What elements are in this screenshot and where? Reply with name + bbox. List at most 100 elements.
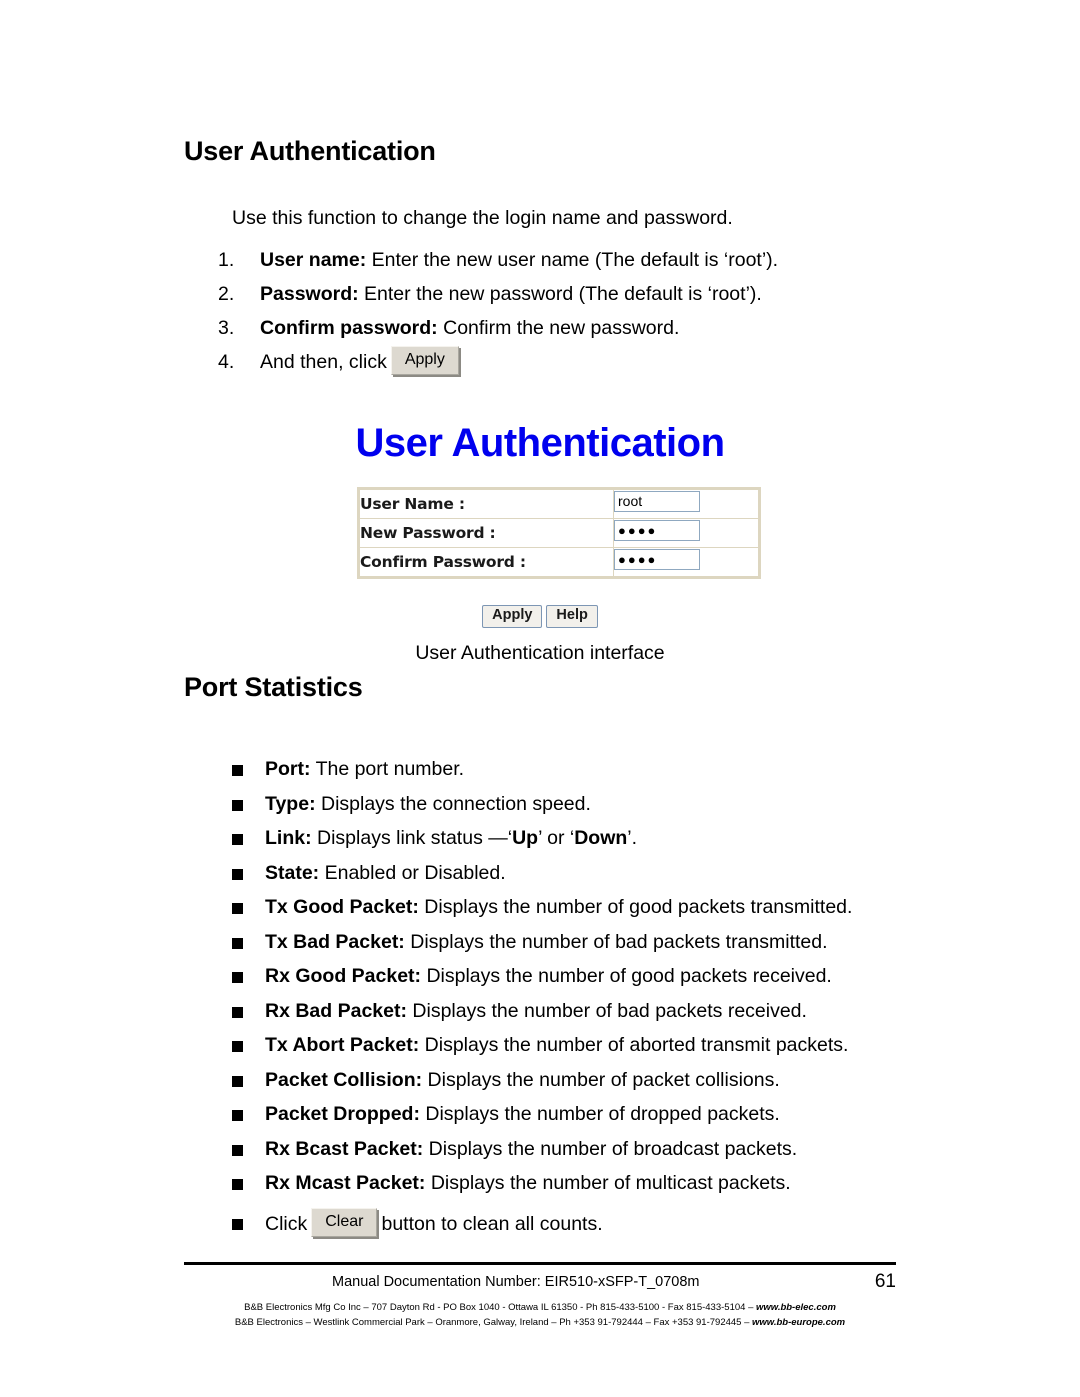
list-item-term: Tx Abort Packet: bbox=[265, 1034, 420, 1056]
list-item-desc: Displays the number of good packets rece… bbox=[421, 965, 832, 987]
list-item-number: 2. bbox=[218, 283, 235, 305]
square-bullet-icon bbox=[232, 1218, 243, 1230]
square-bullet-icon bbox=[232, 834, 243, 845]
user-name-label: User Name : bbox=[359, 489, 614, 519]
footer-divider bbox=[184, 1262, 896, 1265]
list-item: Port: The port number. bbox=[232, 752, 992, 787]
page-title-user-authentication: User Authentication bbox=[184, 136, 436, 166]
square-bullet-icon bbox=[232, 1075, 243, 1087]
square-bullet-icon bbox=[232, 937, 243, 949]
list-item-desc: Displays the number of good packets tran… bbox=[418, 896, 853, 918]
list-item: Rx Bad Packet: Displays the number of ba… bbox=[232, 994, 992, 1029]
clear-button-illustration[interactable]: Clear bbox=[311, 1207, 378, 1237]
list-item-desc: Displays link status —‘Up’ or ‘Down’. bbox=[311, 827, 638, 849]
square-bullet-icon bbox=[232, 1179, 243, 1190]
form-button-row: Apply Help bbox=[0, 605, 1080, 628]
square-bullet-icon bbox=[232, 799, 243, 811]
footer-address-eu: B&B Electronics – Westlink Commercial Pa… bbox=[234, 1317, 846, 1328]
footer-address-us: B&B Electronics Mfg Co Inc – 707 Dayton … bbox=[244, 1302, 836, 1313]
table-row: User Name : root bbox=[359, 489, 759, 519]
list-item-term: Link: bbox=[265, 827, 312, 849]
help-button[interactable]: Help bbox=[546, 605, 598, 628]
list-item-desc: Displays the number of bad packets trans… bbox=[404, 930, 828, 953]
list-item-term: User name: bbox=[260, 249, 367, 271]
footer-page-number: 61 bbox=[874, 1271, 896, 1292]
document-page: User Authentication Use this function to… bbox=[0, 0, 1080, 1397]
list-item-desc: And then, click bbox=[260, 351, 387, 373]
footer-website-eu: www.bb-europe.com bbox=[752, 1317, 846, 1328]
user-name-field-cell: root bbox=[613, 489, 759, 519]
list-item: Rx Bcast Packet: Displays the number of … bbox=[232, 1132, 992, 1167]
list-item: Packet Dropped: Displays the number of d… bbox=[232, 1097, 992, 1132]
list-item-desc: Displays the number of broadcast packets… bbox=[423, 1137, 798, 1160]
list-item-desc: Confirm the new password. bbox=[437, 317, 680, 339]
list-item-desc-cont: button to clean all counts. bbox=[381, 1212, 603, 1235]
confirm-password-input[interactable]: ●●●● bbox=[614, 549, 700, 570]
list-item: Click Clear button to clean all counts. bbox=[232, 1201, 992, 1247]
user-name-input[interactable]: root bbox=[614, 491, 700, 512]
list-item-number: 4. bbox=[218, 351, 235, 373]
new-password-label: New Password : bbox=[359, 518, 614, 548]
list-item-term: Rx Bad Packet: bbox=[265, 999, 407, 1022]
list-item-term: Port: bbox=[265, 758, 311, 780]
list-item-term: Rx Bcast Packet: bbox=[265, 1137, 424, 1160]
list-item: Link: Displays link status —‘Up’ or ‘Dow… bbox=[232, 821, 992, 856]
list-item-desc: The port number. bbox=[310, 758, 465, 780]
list-item: Tx Good Packet: Displays the number of g… bbox=[232, 890, 992, 925]
list-item-term: Packet Dropped: bbox=[265, 1103, 420, 1125]
intro-paragraph: Use this function to change the login na… bbox=[232, 207, 733, 229]
square-bullet-icon bbox=[232, 765, 243, 776]
square-bullet-icon bbox=[232, 1144, 243, 1156]
list-item-term: Password: bbox=[260, 283, 359, 305]
square-bullet-icon bbox=[232, 1006, 243, 1018]
new-password-input[interactable]: ●●●● bbox=[614, 520, 700, 541]
list-item-desc: Enter the new password (The default is ‘… bbox=[358, 283, 762, 305]
list-item: Type: Displays the connection speed. bbox=[232, 787, 992, 822]
port-statistics-list: Port: The port number. Type: Displays th… bbox=[232, 752, 992, 1247]
list-item: Tx Bad Packet: Displays the number of ba… bbox=[232, 925, 992, 960]
footer-website-us: www.bb-elec.com bbox=[756, 1302, 836, 1313]
list-item-desc: Enabled or Disabled. bbox=[319, 861, 506, 884]
list-item-term: Packet Collision: bbox=[265, 1068, 423, 1091]
apply-button[interactable]: Apply bbox=[482, 605, 543, 628]
new-password-field-cell: ●●●● bbox=[613, 518, 759, 548]
list-item-number: 1. bbox=[218, 249, 235, 271]
list-item-term: Tx Bad Packet: bbox=[265, 930, 405, 953]
footer-doc-number: Manual Documentation Number: EIR510-xSFP… bbox=[332, 1274, 700, 1290]
instruction-list: 1. User name: Enter the new user name (Th… bbox=[218, 243, 918, 379]
square-bullet-icon bbox=[232, 1041, 243, 1052]
list-item-term: Rx Good Packet: bbox=[265, 965, 422, 987]
list-item-text: Confirm password: Confirm the new passwo… bbox=[260, 317, 679, 339]
list-item-number: 3. bbox=[218, 317, 235, 339]
square-bullet-icon bbox=[232, 868, 243, 880]
apply-button-illustration[interactable]: Apply bbox=[390, 346, 459, 376]
confirm-password-label: Confirm Password : bbox=[359, 547, 614, 577]
list-item-term: Tx Good Packet: bbox=[265, 896, 419, 918]
list-item-desc: Displays the number of bad packets recei… bbox=[406, 999, 807, 1022]
list-item: Rx Mcast Packet: Displays the number of … bbox=[232, 1166, 992, 1201]
square-bullet-icon bbox=[232, 903, 243, 914]
list-item: Packet Collision: Displays the number of… bbox=[232, 1063, 992, 1098]
list-item-text: Password: Enter the new password (The de… bbox=[260, 283, 762, 305]
list-item: 4. And then, click Apply bbox=[218, 345, 918, 379]
list-item-desc: Enter the new user name (The default is … bbox=[366, 249, 779, 271]
list-item-desc: Displays the number of packet collisions… bbox=[422, 1068, 780, 1091]
list-item-text: User name: Enter the new user name (The … bbox=[260, 249, 778, 271]
square-bullet-icon bbox=[232, 1110, 243, 1121]
user-authentication-form: User Name : root New Password : ●●●● Con… bbox=[357, 487, 761, 579]
list-item-term: Confirm password: bbox=[260, 317, 438, 339]
list-item: Tx Abort Packet: Displays the number of … bbox=[232, 1028, 992, 1063]
list-item: 1. User name: Enter the new user name (Th… bbox=[218, 243, 918, 277]
page-title-port-statistics: Port Statistics bbox=[184, 672, 363, 702]
list-item: State: Enabled or Disabled. bbox=[232, 856, 992, 891]
table-row: New Password : ●●●● bbox=[359, 518, 759, 548]
screenshot-title: User Authentication bbox=[355, 421, 725, 465]
list-item-desc: Displays the number of multicast packets… bbox=[425, 1172, 791, 1194]
list-item-term: Type: bbox=[265, 792, 316, 815]
square-bullet-icon bbox=[232, 972, 243, 983]
list-item-desc: Click bbox=[265, 1212, 308, 1235]
emphasis-up: Up bbox=[512, 827, 539, 849]
list-item: Rx Good Packet: Displays the number of g… bbox=[232, 959, 992, 994]
list-item: 3. Confirm password: Confirm the new pass… bbox=[218, 311, 918, 345]
table-row: Confirm Password : ●●●● bbox=[359, 547, 759, 577]
